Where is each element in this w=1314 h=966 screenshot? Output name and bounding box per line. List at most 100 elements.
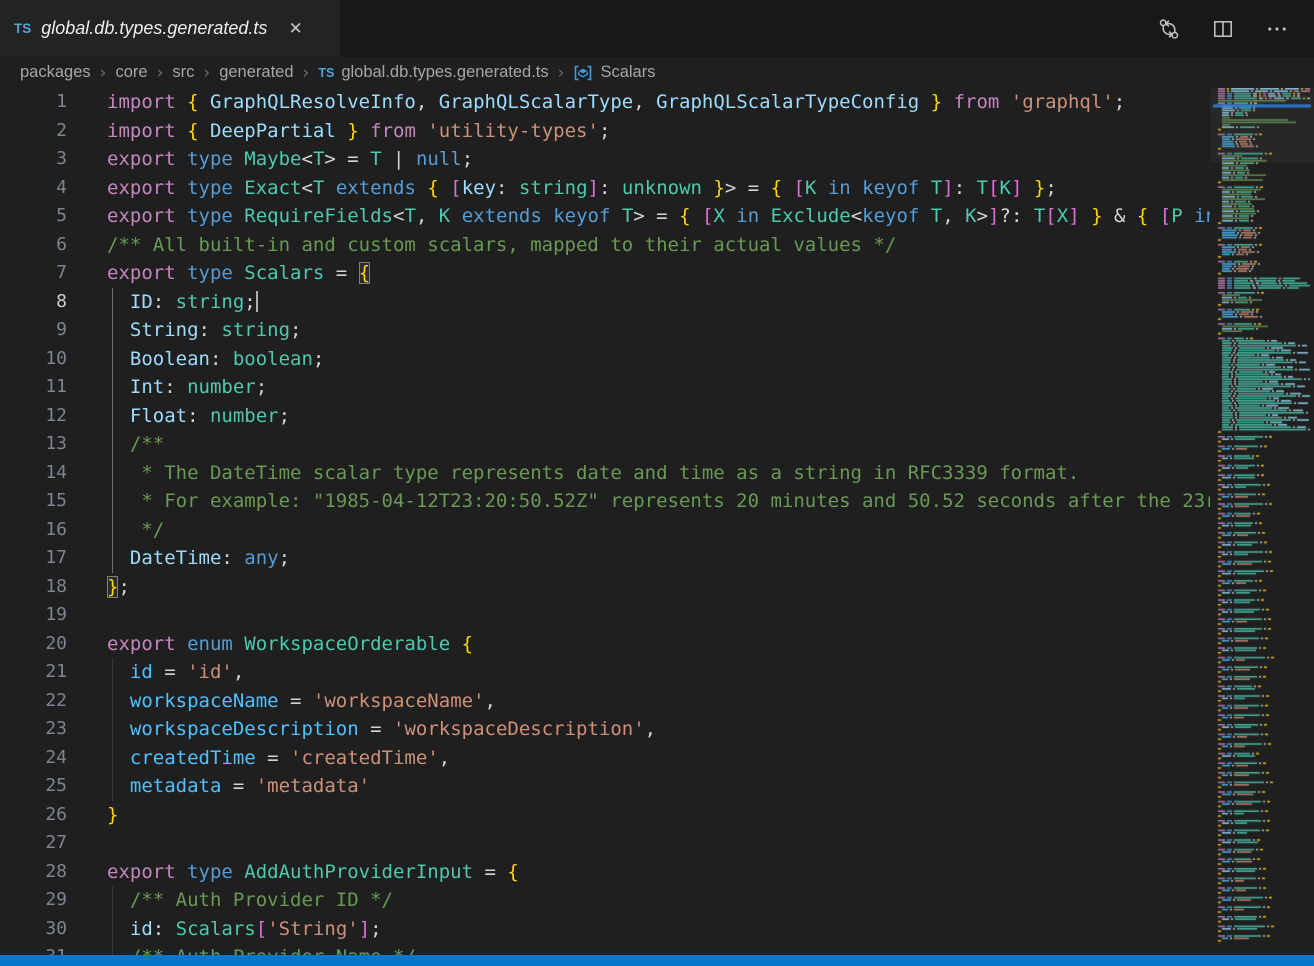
close-tab-icon[interactable]: ✕ [285,18,305,39]
line-number[interactable]: 15 [0,487,67,516]
code-line[interactable]: 5export type RequireFields<T, K extends … [0,202,1210,231]
line-number[interactable]: 10 [0,345,67,374]
code-line[interactable]: 12 Float: number; [0,402,1210,431]
breadcrumb-item-core[interactable]: core [115,63,147,82]
line-number[interactable]: 29 [0,886,67,915]
code-token: 'workspaceName' [313,690,485,712]
code-token: : [187,405,210,427]
more-actions-icon[interactable] [1264,16,1290,42]
code-line[interactable]: 2import { DeepPartial } from 'utility-ty… [0,117,1210,146]
code-token: = [324,262,358,284]
code-line[interactable]: 21 id = 'id', [0,658,1210,687]
code-line[interactable]: 25 metadata = 'metadata' [0,772,1210,801]
line-number[interactable]: 6 [0,231,67,260]
code-line[interactable]: 23 workspaceDescription = 'workspaceDesc… [0,715,1210,744]
code-token: T [370,148,381,170]
code-token: K [805,177,816,199]
line-number[interactable]: 2 [0,117,67,146]
code-area[interactable]: 1import { GraphQLResolveInfo, GraphQLSca… [0,88,1210,955]
code-line[interactable]: 31 /** Auth Provider Name */ [0,943,1210,955]
line-number[interactable]: 20 [0,630,67,659]
line-number[interactable]: 17 [0,544,67,573]
code-token: * For example: "1985-04-12T23:20:50.52Z"… [107,490,1210,512]
code-token: { [679,205,702,227]
line-number[interactable]: 27 [0,829,67,858]
code-token: T [313,148,324,170]
code-token: Scalars [244,262,324,284]
line-number[interactable]: 23 [0,715,67,744]
breadcrumb-label: packages [20,63,91,82]
code-line-text: * For example: "1985-04-12T23:20:50.52Z"… [67,487,1210,516]
code-line[interactable]: 22 workspaceName = 'workspaceName', [0,687,1210,716]
breadcrumb-item-generated[interactable]: generated [219,63,293,82]
line-number[interactable]: 11 [0,373,67,402]
line-number[interactable]: 21 [0,658,67,687]
code-line[interactable]: 4export type Exact<T extends { [key: str… [0,174,1210,203]
code-line[interactable]: 30 id: Scalars['String']; [0,915,1210,944]
code-line[interactable]: 9 String: string; [0,316,1210,345]
line-number[interactable]: 12 [0,402,67,431]
tab-active[interactable]: TS global.db.types.generated.ts ✕ [0,0,340,57]
code-token: [ [1160,205,1171,227]
code-line[interactable]: 11 Int: number; [0,373,1210,402]
code-line[interactable]: 19 [0,601,1210,630]
line-number[interactable]: 5 [0,202,67,231]
line-number[interactable]: 19 [0,601,67,630]
breadcrumb-item-scalars[interactable]: Scalars [573,63,655,82]
line-number[interactable]: 18 [0,573,67,602]
code-line-text: export type Exact<T extends { [key: stri… [67,174,1057,203]
breadcrumb-separator-icon: › [157,63,164,83]
code-line-text: Boolean: boolean; [67,345,324,374]
split-editor-icon[interactable] [1210,16,1236,42]
code-token: } [931,91,942,113]
status-bar[interactable] [0,955,1314,966]
code-line[interactable]: 15 * For example: "1985-04-12T23:20:50.5… [0,487,1210,516]
code-line[interactable]: 3export type Maybe<T> = T | null; [0,145,1210,174]
code-token: ; [279,547,290,569]
breadcrumb-item-src[interactable]: src [172,63,194,82]
line-number[interactable]: 31 [0,943,67,955]
code-line[interactable]: 26} [0,801,1210,830]
code-token: 'id' [187,661,233,683]
line-number[interactable]: 13 [0,430,67,459]
code-line[interactable]: 1import { GraphQLResolveInfo, GraphQLSca… [0,88,1210,117]
line-number[interactable]: 8 [0,288,67,317]
code-line[interactable]: 8 ID: string; [0,288,1210,317]
code-line[interactable]: 20export enum WorkspaceOrderable { [0,630,1210,659]
line-number[interactable]: 14 [0,459,67,488]
minimap[interactable] [1210,88,1314,955]
code-line[interactable]: 10 Boolean: boolean; [0,345,1210,374]
code-line[interactable]: 16 */ [0,516,1210,545]
line-number[interactable]: 25 [0,772,67,801]
breadcrumb-item-global-db-types-generated-ts[interactable]: TSglobal.db.types.generated.ts [318,63,548,82]
breadcrumb-item-packages[interactable]: packages [20,63,91,82]
code-token: key [462,177,496,199]
code-token: 'workspaceDescription' [393,718,645,740]
code-token: ?: [1000,205,1034,227]
line-number[interactable]: 22 [0,687,67,716]
open-changes-icon[interactable] [1156,16,1182,42]
line-number[interactable]: 30 [0,915,67,944]
line-number[interactable]: 16 [0,516,67,545]
code-line[interactable]: 17 DateTime: any; [0,544,1210,573]
line-number[interactable]: 24 [0,744,67,773]
minimap-canvas[interactable] [1210,88,1314,955]
line-number[interactable]: 1 [0,88,67,117]
line-number[interactable]: 7 [0,259,67,288]
line-number[interactable]: 3 [0,145,67,174]
code-line[interactable]: 27 [0,829,1210,858]
line-number[interactable]: 4 [0,174,67,203]
code-line[interactable]: 29 /** Auth Provider ID */ [0,886,1210,915]
code-line[interactable]: 6/** All built-in and custom scalars, ma… [0,231,1210,260]
code-token: ; [256,376,267,398]
code-line[interactable]: 24 createdTime = 'createdTime', [0,744,1210,773]
line-number[interactable]: 28 [0,858,67,887]
code-line[interactable]: 14 * The DateTime scalar type represents… [0,459,1210,488]
code-line[interactable]: 28export type AddAuthProviderInput = { [0,858,1210,887]
code-line[interactable]: 7export type Scalars = { [0,259,1210,288]
line-number[interactable]: 9 [0,316,67,345]
code-line[interactable]: 13 /** [0,430,1210,459]
line-number[interactable]: 26 [0,801,67,830]
code-line[interactable]: 18}; [0,573,1210,602]
code-token: : [496,177,519,199]
